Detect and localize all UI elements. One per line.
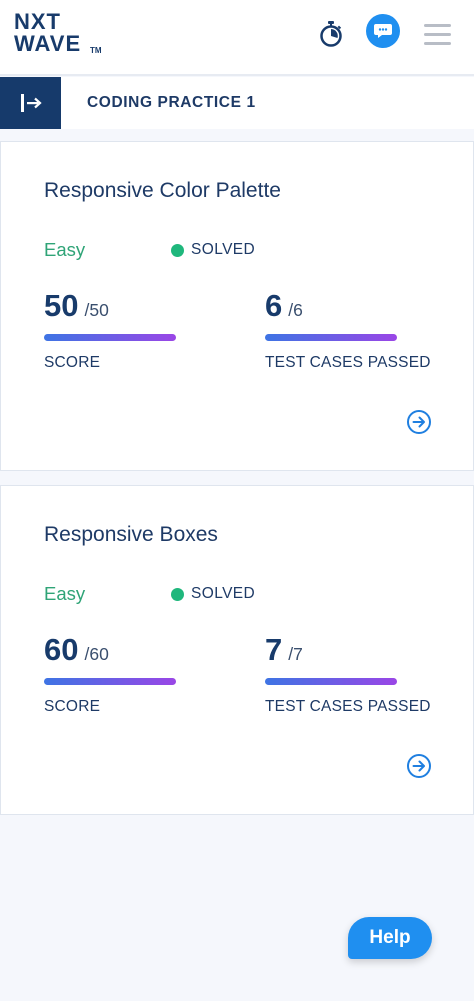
arrow-right-circle-icon[interactable] [406, 753, 432, 779]
score-progress-bar [44, 334, 176, 341]
question-card[interactable]: Responsive Color Palette Easy SOLVED 50 … [0, 141, 474, 471]
solved-dot-icon [171, 243, 184, 257]
sidebar-toggle-button[interactable] [0, 77, 61, 129]
tests-progress-bar [265, 334, 397, 341]
status-badge: SOLVED [171, 583, 255, 605]
practice-subheader: CODING PRACTICE 1 [0, 77, 474, 129]
score-value: 60 [44, 632, 79, 667]
score-total: /50 [84, 300, 109, 320]
menu-line [424, 24, 451, 27]
logo-trademark: TM [90, 46, 102, 55]
tests-label: TEST CASES PASSED [265, 354, 431, 371]
test-cases-metric: 6 /6 TEST CASES PASSED [265, 288, 445, 373]
hamburger-menu-icon[interactable] [424, 23, 452, 45]
tests-label: TEST CASES PASSED [265, 698, 431, 715]
menu-line [424, 33, 451, 36]
logo-line-1: NXT [14, 9, 61, 34]
stopwatch-icon[interactable] [316, 18, 346, 50]
tests-progress-bar [265, 678, 397, 685]
tests-passed-value: 7 [265, 632, 283, 667]
difficulty-label: Easy [44, 583, 86, 604]
status-text: SOLVED [191, 585, 256, 602]
score-label: SCORE [44, 698, 101, 715]
breadcrumb: CODING PRACTICE 1 [87, 94, 256, 111]
tests-total: /7 [288, 644, 303, 664]
solved-dot-icon [171, 587, 184, 601]
question-card[interactable]: Responsive Boxes Easy SOLVED 60 /60 SCOR… [0, 485, 474, 815]
tests-total: /6 [288, 300, 303, 320]
question-title: Responsive Color Palette [44, 179, 281, 202]
score-total: /60 [84, 644, 109, 664]
arrow-right-circle-icon[interactable] [406, 409, 432, 435]
status-badge: SOLVED [171, 239, 255, 261]
top-bar: NXT WAVE TM [0, 0, 474, 76]
expand-sidebar-icon [20, 94, 42, 112]
help-button[interactable]: Help [348, 917, 432, 959]
score-metric: 50 /50 SCORE [44, 288, 179, 373]
chat-icon[interactable] [366, 14, 400, 48]
menu-line [424, 42, 451, 45]
logo-line-2: WAVE [14, 31, 82, 56]
difficulty-label: Easy [44, 239, 86, 260]
nxtwave-logo[interactable]: NXT WAVE TM [14, 11, 114, 57]
test-cases-metric: 7 /7 TEST CASES PASSED [265, 632, 445, 717]
score-metric: 60 /60 SCORE [44, 632, 179, 717]
status-text: SOLVED [191, 241, 256, 258]
score-value: 50 [44, 288, 79, 323]
score-label: SCORE [44, 354, 101, 371]
tests-passed-value: 6 [265, 288, 283, 323]
question-title: Responsive Boxes [44, 523, 218, 546]
score-progress-bar [44, 678, 176, 685]
